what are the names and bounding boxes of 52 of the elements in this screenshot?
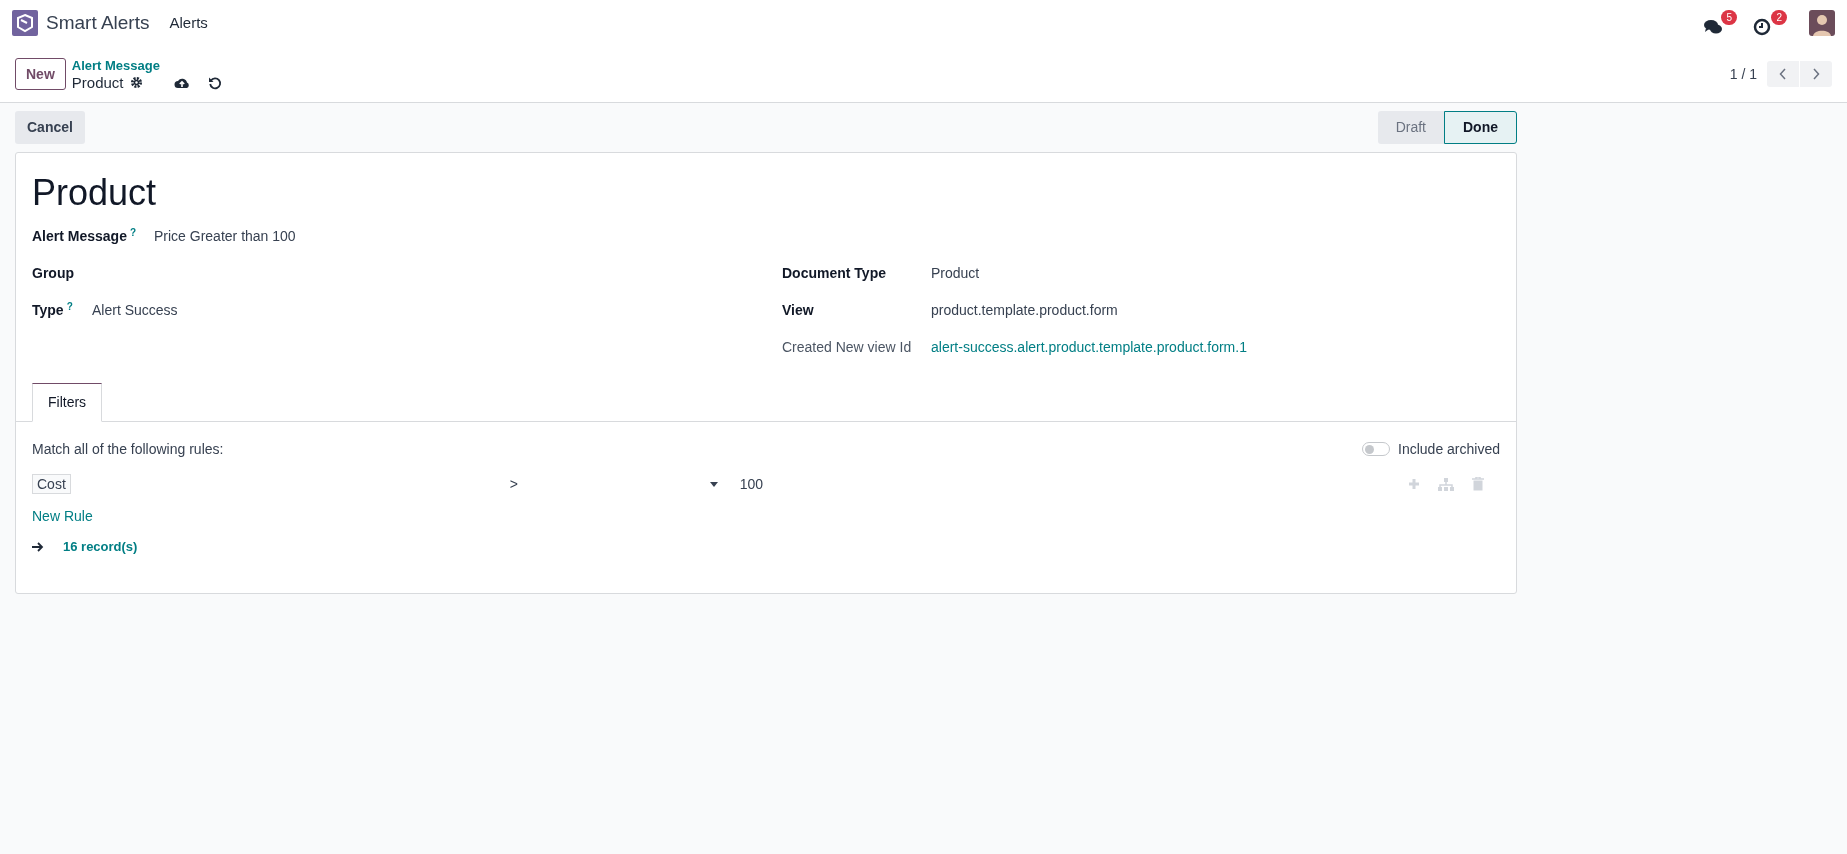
app-logo-icon[interactable] xyxy=(12,10,38,36)
status-stage[interactable]: Draft xyxy=(1377,111,1444,144)
help-icon[interactable]: ? xyxy=(129,226,137,238)
record-name: Product xyxy=(71,74,124,91)
new-rule-link[interactable]: New Rule xyxy=(32,506,93,527)
field-label: View xyxy=(782,300,815,320)
field-label: Alert Message xyxy=(32,227,127,244)
record-title: Product xyxy=(32,171,158,215)
status-stage[interactable]: Done xyxy=(1444,111,1517,144)
undo-icon[interactable] xyxy=(207,75,222,90)
rule-field[interactable]: Cost xyxy=(32,474,71,494)
field-label: Group xyxy=(32,264,74,281)
avatar-icon[interactable] xyxy=(1809,10,1835,36)
cloud-upload-icon[interactable] xyxy=(173,76,190,89)
field-value: product.template.product.form xyxy=(931,300,1118,320)
field-value: Product xyxy=(931,263,980,283)
cancel-button[interactable]: Cancel xyxy=(15,111,85,144)
previous-button[interactable] xyxy=(1767,61,1799,87)
hierarchy-icon[interactable] xyxy=(1438,477,1454,491)
rule-operator[interactable]: > xyxy=(509,473,518,495)
activities-button[interactable]: 2 xyxy=(1753,10,1787,36)
next-button[interactable] xyxy=(1800,61,1832,87)
arrow-right-icon xyxy=(32,541,44,552)
notification-badge: 2 xyxy=(1771,10,1787,25)
rules-intro: Match all of the following rules: xyxy=(32,439,224,459)
field-label: Created New view Id xyxy=(782,337,913,357)
field-value: Price Greater than 100 xyxy=(154,226,296,246)
notification-badge: 5 xyxy=(1721,10,1737,25)
pager-value: 1 / 1 xyxy=(1729,64,1757,84)
help-icon[interactable]: ? xyxy=(66,300,73,312)
clock-icon xyxy=(1753,18,1771,36)
rule-value[interactable]: 100 xyxy=(739,473,764,495)
toggle-label: Include archived xyxy=(1398,439,1500,459)
tab[interactable]: Filters xyxy=(32,383,103,422)
view-link[interactable]: alert-success.alert.product.template.product.form.1 xyxy=(931,336,1247,358)
caret-icon xyxy=(709,481,718,487)
field-label: Document Type xyxy=(782,263,887,283)
toggle-switch[interactable] xyxy=(1362,442,1391,456)
trash-icon[interactable] xyxy=(1472,477,1484,491)
menu-item[interactable]: Alerts xyxy=(169,11,208,35)
breadcrumb-link[interactable]: Alert Message xyxy=(71,57,222,74)
settings-icon[interactable] xyxy=(129,76,143,89)
field-value: Alert Success xyxy=(92,300,178,320)
messages-button[interactable]: 5 xyxy=(1703,10,1737,36)
chat-icon xyxy=(1703,18,1723,36)
plus-icon[interactable] xyxy=(1408,478,1420,490)
new-button[interactable]: New xyxy=(15,58,66,90)
app-name[interactable]: Smart Alerts xyxy=(46,8,150,38)
field-label: Type xyxy=(32,301,64,318)
chevron-right-icon xyxy=(1812,68,1820,80)
chevron-left-icon xyxy=(1779,68,1787,80)
records-link[interactable]: 16 record(s) xyxy=(63,537,138,557)
